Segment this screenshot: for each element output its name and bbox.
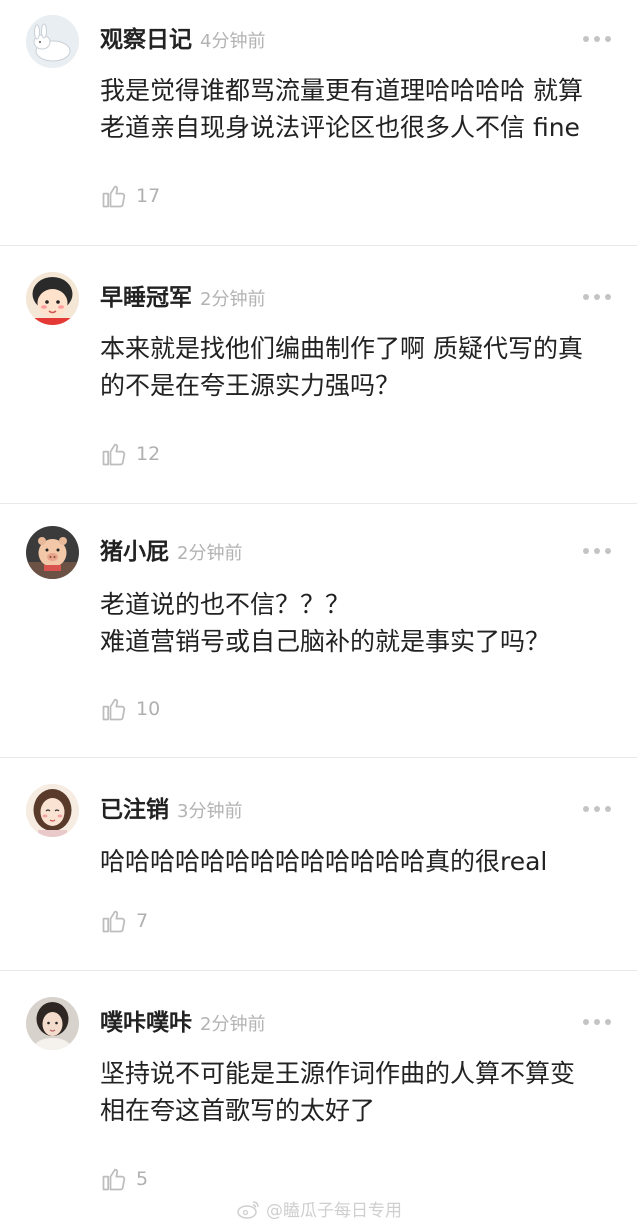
username[interactable]: 观察日记 4分钟前	[100, 25, 265, 57]
like-count: 10	[136, 698, 161, 720]
thumbs-up-icon	[102, 443, 126, 466]
like-count: 17	[136, 185, 161, 207]
comment-time: 2分钟前	[177, 543, 243, 564]
like-button[interactable]: 10	[100, 693, 160, 725]
white-rabbit-icon	[26, 15, 79, 68]
comment-time: 3分钟前	[177, 801, 243, 822]
like-button[interactable]: 5	[100, 1163, 148, 1195]
username[interactable]: 猪小屁 2分钟前	[100, 537, 242, 569]
more-options-icon[interactable]	[583, 34, 611, 44]
cartoon-girl-icon	[26, 272, 79, 325]
comment-text: 坚持说不可能是王源作词作曲的人算不算变 相在夸这首歌写的太好了	[100, 1059, 576, 1125]
comment-time: 4分钟前	[200, 31, 266, 52]
comment-item: 观察日记 4分钟前 我是觉得谁都骂流量更有道理哈哈哈哈 就算 老道亲自现身说法评论…	[0, 0, 637, 245]
watermark-text: @瞌瓜子每日专用	[266, 1201, 402, 1221]
like-button[interactable]: 17	[100, 180, 160, 212]
comment-item: 噗咔噗咔 2分钟前 坚持说不可能是王源作词作曲的人算不算变 相在夸这首歌写的太好了…	[0, 971, 637, 1226]
more-options-icon[interactable]	[583, 546, 611, 556]
like-button[interactable]: 12	[100, 438, 160, 470]
avatar[interactable]	[26, 997, 79, 1050]
avatar[interactable]	[26, 272, 79, 325]
username[interactable]: 噗咔噗咔 2分钟前	[100, 1008, 265, 1040]
thumbs-up-icon	[102, 1168, 126, 1191]
pig-doll-icon	[26, 526, 79, 579]
like-count: 12	[136, 443, 161, 465]
comment-text: 本来就是找他们编曲制作了啊 质疑代写的真 的不是在夸王源实力强吗？	[100, 334, 583, 400]
photo-person-icon	[26, 997, 79, 1050]
comment-item: 已注销 3分钟前 哈哈哈哈哈哈哈哈哈哈哈哈哈真的很real 7	[0, 758, 637, 970]
more-options-icon[interactable]	[583, 1017, 611, 1027]
avatar[interactable]	[26, 15, 79, 68]
drawn-girl-icon	[26, 784, 79, 837]
thumbs-up-icon	[102, 910, 126, 933]
watermark: @瞌瓜子每日专用	[236, 1196, 402, 1221]
comment-text: 哈哈哈哈哈哈哈哈哈哈哈哈哈真的很real	[100, 847, 548, 876]
like-count: 5	[136, 1168, 149, 1190]
comment-time: 2分钟前	[200, 289, 266, 310]
comment-item: 早睡冠军 2分钟前 本来就是找他们编曲制作了啊 质疑代写的真 的不是在夸王源实力强…	[0, 246, 637, 504]
more-options-icon[interactable]	[583, 804, 611, 814]
like-button[interactable]: 7	[100, 905, 148, 937]
comment-item: 猪小屁 2分钟前 老道说的也不信？？？ 难道营销号或自己脑补的就是事实了吗？ 10	[0, 504, 637, 757]
comment-time: 2分钟前	[200, 1014, 266, 1035]
username[interactable]: 已注销 3分钟前	[100, 795, 242, 827]
weibo-logo-icon	[237, 1200, 259, 1219]
avatar[interactable]	[26, 784, 79, 837]
avatar[interactable]	[26, 526, 79, 579]
username[interactable]: 早睡冠军 2分钟前	[100, 283, 265, 315]
comment-text: 老道说的也不信？？？ 难道营销号或自己脑补的就是事实了吗？	[100, 590, 551, 656]
thumbs-up-icon	[102, 185, 126, 208]
thumbs-up-icon	[102, 698, 126, 721]
comment-text: 我是觉得谁都骂流量更有道理哈哈哈哈 就算 老道亲自现身说法评论区也很多人不信 f…	[100, 76, 583, 142]
like-count: 7	[136, 910, 149, 932]
more-options-icon[interactable]	[583, 292, 611, 302]
